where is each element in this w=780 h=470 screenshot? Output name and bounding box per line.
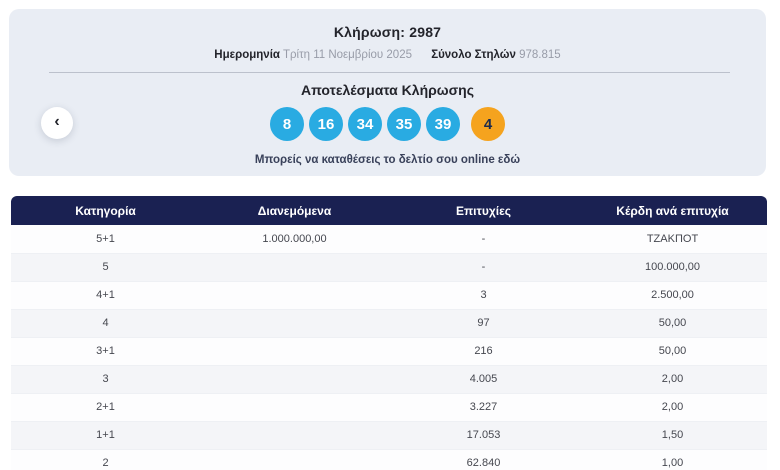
prize-cell: 1,50 [578,421,767,450]
columns-value: 978.815 [519,49,561,61]
category-cell: 4+1 [11,281,200,310]
total-columns: Σύνολο Στηλών 978.815 [431,49,561,61]
prize-cell: 50,00 [578,309,767,338]
winners-cell: 17.053 [389,421,578,450]
table-row: 1+1 17.053 1,50 [11,421,767,450]
winning-numbers: 8 16 34 35 39 4 [9,107,766,141]
winning-number-ball: 34 [348,107,382,141]
distributed-cell [200,365,389,394]
prize-cell: ΤΖΑΚΠΟΤ [578,225,767,254]
column-header-category: Κατηγορία [11,196,200,225]
date-value: Τρίτη 11 Νοεμβρίου 2025 [282,49,412,61]
prize-cell: 1,00 [578,449,767,470]
prize-cell: 2.500,00 [578,281,767,310]
draw-title: Κλήρωση: 2987 [333,24,442,40]
winning-number-ball: 39 [426,107,460,141]
winning-number-ball: 8 [270,107,304,141]
winning-number-ball: 16 [309,107,343,141]
draw-meta: Ημερομηνία Τρίτη 11 Νοεμβρίου 2025 Σύνολ… [9,49,766,61]
category-cell: 3+1 [11,337,200,366]
distributed-cell [200,393,389,422]
draw-results-panel: Κλήρωση: 2987 Ημερομηνία Τρίτη 11 Νοεμβρ… [9,9,766,176]
category-cell: 2 [11,449,200,470]
table-row: 3+1 216 50,00 [11,337,767,366]
draw-date: Ημερομηνία Τρίτη 11 Νοεμβρίου 2025 [214,49,412,61]
winners-cell: 3.227 [389,393,578,422]
winners-cell: 97 [389,309,578,338]
category-cell: 5+1 [11,225,200,254]
distributed-cell [200,253,389,282]
date-label: Ημερομηνία [214,49,280,61]
previous-draw-button[interactable]: ‹ [41,107,73,139]
prize-cell: 2,00 [578,393,767,422]
distributed-cell [200,421,389,450]
columns-label: Σύνολο Στηλών [431,49,516,61]
panel-divider [49,72,730,73]
column-header-prize: Κέρδη ανά επιτυχία [578,196,767,225]
table-row: 5+1 1.000.000,00- ΤΖΑΚΠΟΤ [11,225,767,254]
results-heading: Αποτελέσματα Κλήρωσης [300,82,475,98]
column-header-winners: Επιτυχίες [389,196,578,225]
category-cell: 1+1 [11,421,200,450]
winners-cell: 3 [389,281,578,310]
table-header-row: Κατηγορία Διανεμόμενα Επιτυχίες Κέρδη αν… [11,196,767,225]
prize-cell: 100.000,00 [578,253,767,282]
prize-cell: 2,00 [578,365,767,394]
table-row: 4+1 3 2.500,00 [11,281,767,310]
table-row: 2 62.840 1,00 [11,449,767,470]
chevron-left-icon: ‹ [54,113,60,130]
winners-cell: 216 [389,337,578,366]
prize-table-container: Κατηγορία Διανεμόμενα Επιτυχίες Κέρδη αν… [11,196,767,470]
submit-ticket-online-link[interactable]: Μπορείς να καταθέσεις το δελτίο σου onli… [9,154,766,166]
distributed-cell: 1.000.000,00 [200,225,389,254]
bonus-number-ball: 4 [471,107,505,141]
distributed-cell [200,449,389,470]
winners-cell: - [389,253,578,282]
winners-cell: - [389,225,578,254]
category-cell: 4 [11,309,200,338]
prize-table: Κατηγορία Διανεμόμενα Επιτυχίες Κέρδη αν… [11,196,767,470]
winning-number-ball: 35 [387,107,421,141]
table-row: 3 4.005 2,00 [11,365,767,394]
table-row: 2+1 3.227 2,00 [11,393,767,422]
distributed-cell [200,281,389,310]
table-row: 4 97 50,00 [11,309,767,338]
table-row: 5 -100.000,00 [11,253,767,282]
column-header-distributed: Διανεμόμενα [200,196,389,225]
category-cell: 2+1 [11,393,200,422]
winners-cell: 4.005 [389,365,578,394]
category-cell: 5 [11,253,200,282]
distributed-cell [200,309,389,338]
prize-cell: 50,00 [578,337,767,366]
category-cell: 3 [11,365,200,394]
distributed-cell [200,337,389,366]
winners-cell: 62.840 [389,449,578,470]
